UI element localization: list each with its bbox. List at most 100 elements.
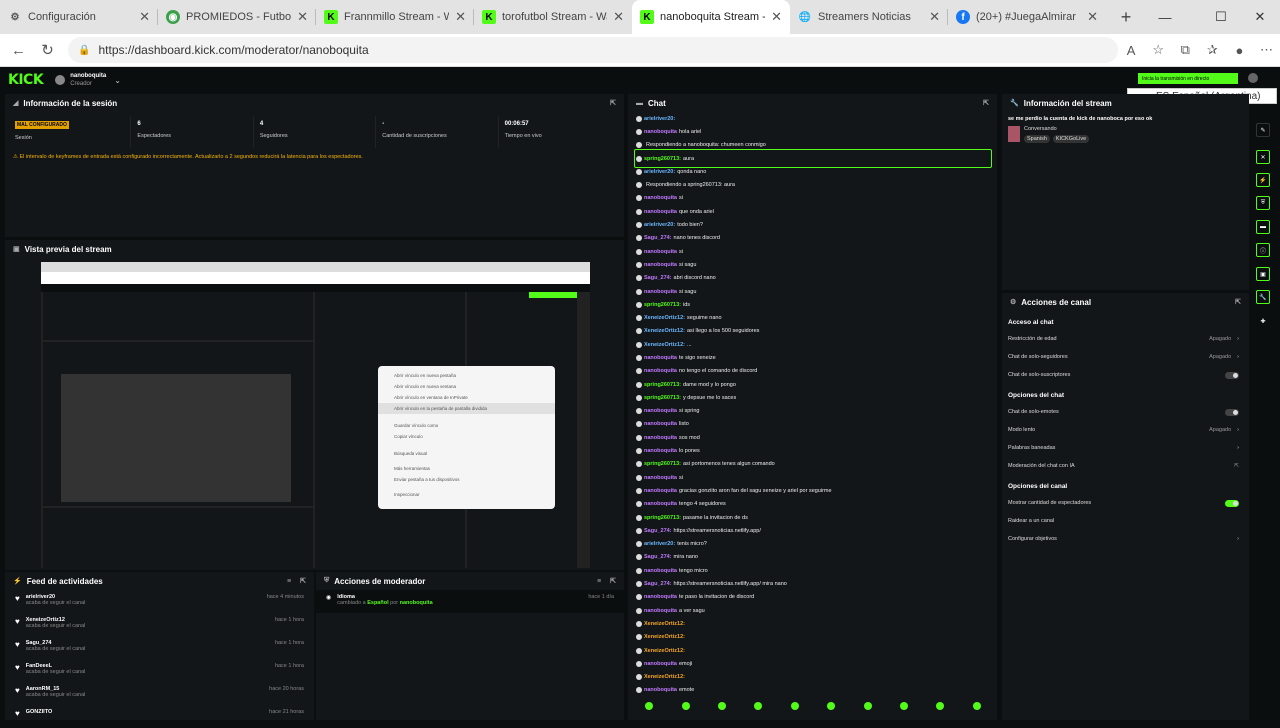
edit-icon[interactable]: ✎ <box>1256 123 1270 137</box>
chat-message[interactable]: nanoboquita emote <box>628 684 997 694</box>
channel-option[interactable]: Chat de solo-seguidores Apagado › <box>1002 348 1249 366</box>
chat-message[interactable]: nanoboquita listo <box>628 418 997 431</box>
emote-icon[interactable] <box>863 702 872 710</box>
avatar[interactable] <box>1248 73 1258 83</box>
toggle-switch[interactable] <box>1225 371 1239 379</box>
chat-username[interactable]: spring260713: <box>644 515 681 521</box>
chat-username[interactable]: XeneizeOrtiz12: <box>644 621 685 627</box>
chat-message[interactable]: spring260713: asi portomenos tenes algun… <box>628 458 997 471</box>
menu-item[interactable]: Abrir vínculo en ventana de InPrivate <box>378 392 555 403</box>
tab-promiedos[interactable]: ◉PROMIEDOS - Futbol Ar✕ <box>158 0 316 34</box>
chat-message[interactable]: Sagu_274: mira nano <box>628 551 997 564</box>
chevron-down-icon[interactable]: ⌄ <box>114 76 121 85</box>
chat-message[interactable]: nanoboquita tengo micro <box>628 564 997 577</box>
filter-icon[interactable]: ≡ <box>287 578 291 585</box>
chat-username[interactable]: nanoboquita <box>644 594 677 600</box>
chat-message[interactable]: nanoboquita si <box>628 245 997 258</box>
chat-message[interactable]: Sagu_274: nano tenes discord <box>628 232 997 245</box>
chat-message[interactable]: Sagu_274: https://streamersnoticias.netl… <box>628 577 997 590</box>
chat-username[interactable]: arielriver20: <box>644 541 675 547</box>
chat-username[interactable]: nanoboquita <box>644 448 677 454</box>
chat-message[interactable]: nanoboquita si sagu <box>628 285 997 298</box>
chat-message[interactable]: nanoboquita emoji <box>628 657 997 670</box>
channel-option[interactable]: Modo lento Apagado › <box>1002 421 1249 439</box>
tab-facebook[interactable]: f (20+) #JuegaAlmirar ✕ <box>948 0 1106 34</box>
chat-message[interactable]: spring260713: y depsue me lo saces <box>628 391 997 404</box>
channel-option[interactable]: Configurar objetivos › <box>1002 530 1249 548</box>
favorite-icon[interactable]: ☆ <box>1145 42 1172 58</box>
profile-avatar[interactable]: ● <box>1226 43 1253 58</box>
tab-streamers-noticias[interactable]: 🌐 Streamers Noticias ✕ <box>790 0 948 34</box>
chat-message[interactable]: XeneizeOrtiz12: seguime nano <box>628 311 997 324</box>
minimize-button[interactable]: — <box>1142 0 1188 34</box>
read-aloud-icon[interactable]: A <box>1118 43 1145 58</box>
chat-username[interactable]: nanoboquita <box>644 421 677 427</box>
chat-username[interactable]: nanoboquita <box>644 435 677 441</box>
chat-username[interactable]: nanoboquita <box>644 209 677 215</box>
tab-nanoboquita[interactable]: Knanoboquita Stream - Ki✕ <box>632 0 790 34</box>
info-icon[interactable]: ⓘ <box>1256 243 1270 257</box>
chat-message[interactable]: XeneizeOrtiz12: asi llego a los 500 segu… <box>628 325 997 338</box>
tab-configuracion[interactable]: ⚙ Configuración ✕ <box>0 0 158 34</box>
emote-icon[interactable] <box>899 702 908 710</box>
wrench-icon[interactable]: 🔧 <box>1256 290 1270 304</box>
menu-item[interactable]: Enviar pestaña a tus dispositivos <box>378 474 555 485</box>
channel-option[interactable]: Palabras baneadas › <box>1002 439 1249 457</box>
chat-username[interactable]: Sagu_274: <box>644 528 672 534</box>
menu-item[interactable]: Abrir vínculo en la pestaña de pantalla … <box>378 403 555 414</box>
chat-username[interactable]: Sagu_274: <box>644 581 672 587</box>
emote-icon[interactable] <box>827 702 836 710</box>
chat-message[interactable]: nanoboquita a ver sagu <box>628 604 997 617</box>
chat-message[interactable]: Sagu_274: https://streamersnoticias.netl… <box>628 524 997 537</box>
close-icon[interactable]: ✕ <box>771 9 782 25</box>
chat-username[interactable]: nanoboquita <box>644 501 677 507</box>
chat-username[interactable]: nanoboquita <box>644 195 677 201</box>
chat-message[interactable]: XeneizeOrtiz12: <box>628 631 997 644</box>
chat-message[interactable]: nanoboquita sos mod <box>628 431 997 444</box>
chat-message[interactable]: arielriver20: todo bien? <box>628 218 997 231</box>
chat-message[interactable]: nanoboquita no tengo el comando de disco… <box>628 365 997 378</box>
url-field[interactable]: 🔒 https://dashboard.kick.com/moderator/na… <box>68 37 1118 63</box>
chat-message[interactable]: nanoboquita si sagu <box>628 258 997 271</box>
menu-item[interactable]: Guardar vínculo como <box>378 420 555 431</box>
chat-message[interactable]: nanoboquita te sigo xeneize <box>628 351 997 364</box>
expand-icon[interactable]: ⇱ <box>610 99 616 107</box>
chat-username[interactable]: nanoboquita <box>644 368 677 374</box>
expand-icon[interactable]: ⇱ <box>983 99 989 107</box>
chat-username[interactable]: nanoboquita <box>644 262 677 268</box>
menu-item[interactable]: Abrir vínculo en nueva pestaña <box>378 370 555 381</box>
menu-item[interactable]: Búsqueda visual <box>378 448 555 459</box>
favorites-bar-icon[interactable]: ✰ <box>1199 42 1226 58</box>
chat-username[interactable]: spring260713: <box>644 461 681 467</box>
kick-logo[interactable]: KICK <box>8 72 44 88</box>
shield-icon[interactable]: ⛨ <box>1256 196 1270 210</box>
go-live-button[interactable]: Inicia la transmisión en directo <box>1138 73 1238 84</box>
channel-option[interactable]: Chat de solo-emotes <box>1002 403 1249 421</box>
expand-icon[interactable]: ⇱ <box>610 577 616 585</box>
chat-username[interactable]: nanoboquita <box>644 568 677 574</box>
chat-username[interactable]: arielriver20: <box>644 169 675 175</box>
chat-username[interactable]: XeneizeOrtiz12: <box>644 648 685 654</box>
maximize-button[interactable]: ☐ <box>1198 0 1244 34</box>
channel-option[interactable]: Mostrar cantidad de espectadores <box>1002 494 1249 512</box>
menu-item[interactable]: Abrir vínculo en nueva ventana <box>378 381 555 392</box>
close-icon[interactable]: ✕ <box>929 9 940 25</box>
chat-message[interactable]: nanoboquita si <box>628 192 997 205</box>
chat-username[interactable]: arielriver20: <box>644 222 675 228</box>
tab-frannmillo[interactable]: KFrannmillo Stream - Wat✕ <box>316 0 474 34</box>
channel-option[interactable]: Moderación del chat con IA ⇱ <box>1002 457 1249 475</box>
emote-icon[interactable] <box>754 702 763 710</box>
chat-message[interactable]: nanoboquita hola ariel <box>628 125 997 138</box>
chat-username[interactable]: XeneizeOrtiz12: <box>644 634 685 640</box>
feed-user[interactable]: GONZIITO <box>26 709 52 715</box>
user-menu[interactable]: nanoboquita Creador <box>70 72 106 88</box>
tab-torofutbol[interactable]: Ktorofutbol Stream - Watc✕ <box>474 0 632 34</box>
close-icon[interactable]: ✕ <box>1256 150 1270 164</box>
chat-icon[interactable]: ▬ <box>1256 220 1270 234</box>
close-icon[interactable]: ✕ <box>613 9 624 25</box>
chat-message[interactable]: nanoboquita que onda ariel <box>628 205 997 218</box>
chat-message[interactable]: XeneizeOrtiz12: <box>628 670 997 683</box>
close-icon[interactable]: ✕ <box>455 9 466 25</box>
chat-username[interactable]: XeneizeOrtiz12: <box>644 315 685 321</box>
chat-username[interactable]: nanoboquita <box>644 289 677 295</box>
